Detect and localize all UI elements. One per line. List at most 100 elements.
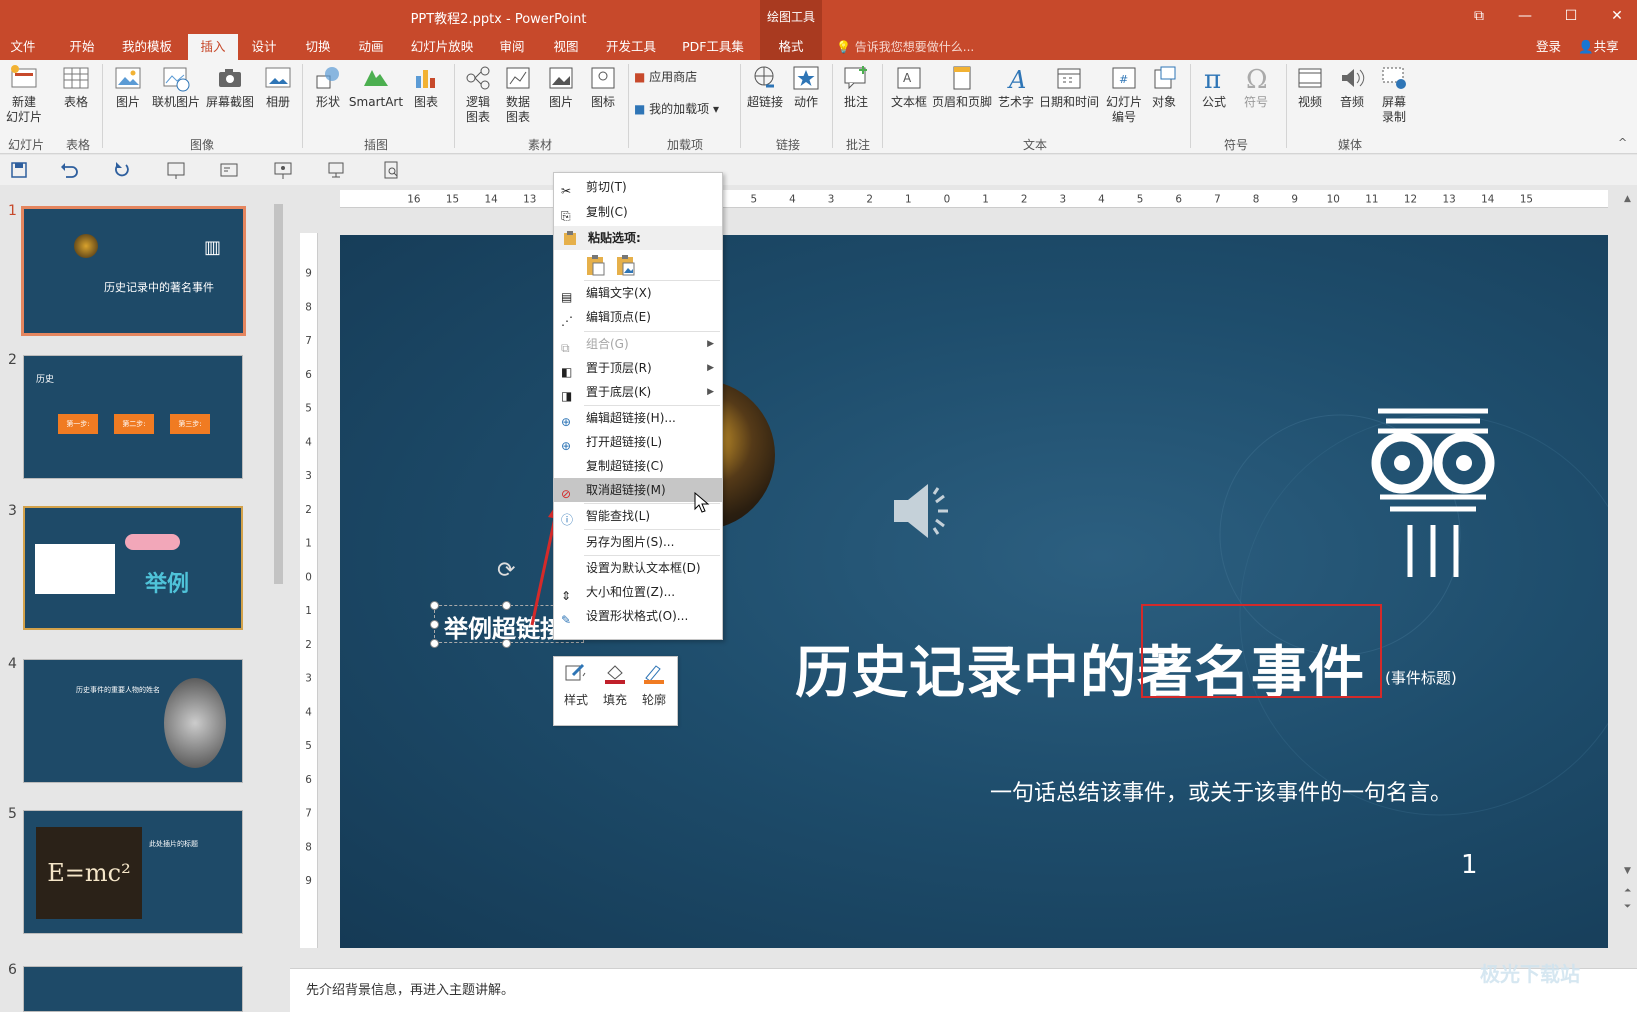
wordart-button[interactable]: A 艺术字 xyxy=(996,64,1036,110)
paste-keep-formatting-icon[interactable] xyxy=(584,253,608,277)
scroll-up-icon[interactable]: ▲ xyxy=(1624,194,1631,204)
object-button[interactable]: 对象 xyxy=(1146,64,1182,110)
tab-my-templates[interactable]: 我的模板 xyxy=(114,34,180,60)
comment-button[interactable]: 批注 xyxy=(838,64,874,110)
screen-record-button[interactable]: 屏幕 录制 xyxy=(1374,64,1414,125)
shape-style-button[interactable]: 样式 xyxy=(558,663,594,708)
menu-item-copy[interactable]: ⎘ 复制(C) xyxy=(554,200,722,224)
menu-item-save-as-picture[interactable]: 另存为图片(S)... xyxy=(554,530,722,554)
tab-review[interactable]: 审阅 xyxy=(492,34,532,60)
new-slide-button[interactable]: 新建 幻灯片 xyxy=(2,64,46,125)
tab-animations[interactable]: 动画 xyxy=(350,34,392,60)
slide-thumbnail-4[interactable]: 历史事件的重要人物的姓名 xyxy=(23,659,243,783)
video-button[interactable]: 视频 xyxy=(1292,64,1328,110)
tab-developer[interactable]: 开发工具 xyxy=(600,34,662,60)
menu-item-send-to-back[interactable]: ◨ 置于底层(K) ▶ xyxy=(554,380,722,404)
ribbon-display-options-icon[interactable]: ⧉ xyxy=(1456,0,1502,34)
shape-outline-button[interactable]: 轮廓 xyxy=(636,663,672,708)
tab-format[interactable]: 格式 xyxy=(760,34,822,60)
symbol-button[interactable]: Ω 符号 xyxy=(1238,64,1274,110)
present-icon[interactable] xyxy=(325,159,347,181)
tab-slideshow[interactable]: 幻灯片放映 xyxy=(404,34,480,60)
tab-home[interactable]: 开始 xyxy=(60,34,104,60)
minimize-button[interactable]: — xyxy=(1502,0,1548,34)
redo-icon[interactable] xyxy=(110,159,132,181)
datetime-button[interactable]: 日期和时间 xyxy=(1038,64,1100,110)
app-store-button[interactable]: ■ 应用商店 xyxy=(634,70,724,85)
album-button[interactable]: 相册 xyxy=(260,64,296,110)
slide-thumbnail-1[interactable]: ▥ 历史记录中的著名事件 xyxy=(21,206,246,336)
hyperlink-button[interactable]: 超链接 xyxy=(744,64,786,110)
menu-item-size-position[interactable]: ⇕ 大小和位置(Z)... xyxy=(554,580,722,604)
screenshot-button[interactable]: 屏幕截图 xyxy=(204,64,256,110)
my-addins-button[interactable]: ■ 我的加载项 ▾ xyxy=(634,102,734,117)
thumbnail-scrollbar[interactable] xyxy=(272,190,285,1012)
slide-thumbnail-2[interactable]: 历史 第一步: 第二步: 第三步: xyxy=(23,355,243,479)
shape-fill-button[interactable]: 填充 xyxy=(597,663,633,708)
save-icon[interactable] xyxy=(8,159,30,181)
tab-view[interactable]: 视图 xyxy=(546,34,586,60)
menu-item-copy-hyperlink[interactable]: 复制超链接(C) xyxy=(554,454,722,478)
resize-handle[interactable] xyxy=(502,601,511,610)
smartart-button[interactable]: SmartArt xyxy=(348,64,404,110)
maximize-button[interactable]: ☐ xyxy=(1548,0,1594,34)
paste-as-picture-icon[interactable] xyxy=(614,253,638,277)
login-link[interactable]: 登录 xyxy=(1536,34,1561,60)
picture-button[interactable]: 图片 xyxy=(110,64,146,110)
menu-item-edit-hyperlink[interactable]: ⊕ 编辑超链接(H)... xyxy=(554,406,722,430)
icon-button[interactable]: 图标 xyxy=(585,64,621,110)
tab-design[interactable]: 设计 xyxy=(244,34,284,60)
notes-pane[interactable]: 先介绍背景信息，再进入主题讲解。 xyxy=(290,968,1637,1012)
presenter-icon[interactable] xyxy=(272,159,294,181)
slide-thumbnail-5[interactable]: E=mc² 此处插片的标题 xyxy=(23,810,243,934)
menu-item-set-default-textbox[interactable]: 设置为默认文本框(D) xyxy=(554,556,722,580)
data-chart-button[interactable]: 数据 图表 xyxy=(500,64,536,125)
previous-slide-icon[interactable]: ⏶ xyxy=(1624,886,1631,896)
textbox-quick-icon[interactable] xyxy=(218,159,240,181)
slide-thumbnail-6[interactable] xyxy=(23,966,243,1012)
print-preview-icon[interactable] xyxy=(380,159,402,181)
slide-scrollbar[interactable]: ▲ ▼ ⏶ ⏷ xyxy=(1622,190,1637,935)
slide-number-button[interactable]: # 幻灯片 编号 xyxy=(1104,64,1144,125)
scroll-down-icon[interactable]: ▼ xyxy=(1624,866,1631,876)
material-picture-button[interactable]: 图片 xyxy=(543,64,579,110)
close-button[interactable]: ✕ xyxy=(1594,0,1637,34)
resize-handle[interactable] xyxy=(430,620,439,629)
textbox-button[interactable]: A 文本框 xyxy=(888,64,930,110)
menu-item-open-hyperlink[interactable]: ⊕ 打开超链接(L) xyxy=(554,430,722,454)
tell-me-box[interactable]: 💡 告诉我您想要做什么... xyxy=(836,34,974,60)
menu-item-format-shape[interactable]: ✎ 设置形状格式(O)... xyxy=(554,604,722,628)
menu-item-group[interactable]: ⧉ 组合(G) ▶ xyxy=(554,332,722,356)
notes-text[interactable]: 先介绍背景信息，再进入主题讲解。 xyxy=(306,979,514,998)
share-button[interactable]: 👤共享 xyxy=(1578,34,1619,60)
slideshow-start-icon[interactable] xyxy=(165,159,187,181)
audio-button[interactable]: 音频 xyxy=(1334,64,1370,110)
scrollbar-thumb[interactable] xyxy=(274,204,283,584)
equation-button[interactable]: π 公式 xyxy=(1196,64,1232,110)
speaker-icon[interactable] xyxy=(890,478,956,544)
collapse-ribbon-icon[interactable]: ^ xyxy=(1618,136,1627,149)
slide-quote[interactable]: 一句话总结该事件，或关于该事件的一句名言。 xyxy=(990,775,1452,807)
next-slide-icon[interactable]: ⏷ xyxy=(1624,902,1631,912)
shapes-button[interactable]: 形状 xyxy=(310,64,346,110)
slide-thumbnail-3[interactable]: 举例 xyxy=(23,506,243,630)
table-button[interactable]: 表格 xyxy=(58,64,94,110)
action-button[interactable]: 动作 xyxy=(788,64,824,110)
tab-file[interactable]: 文件 xyxy=(0,34,46,60)
tab-pdf-tools[interactable]: PDF工具集 xyxy=(676,34,750,60)
rotate-handle-icon[interactable]: ⟳ xyxy=(497,558,515,583)
chart-button[interactable]: 图表 xyxy=(408,64,444,110)
menu-item-cut[interactable]: ✂ 剪切(T) xyxy=(554,175,722,199)
online-picture-button[interactable]: 联机图片 xyxy=(150,64,202,110)
menu-item-bring-to-front[interactable]: ◧ 置于顶层(R) ▶ xyxy=(554,356,722,380)
resize-handle[interactable] xyxy=(502,639,511,648)
header-footer-button[interactable]: 页眉和页脚 xyxy=(930,64,994,110)
menu-item-edit-text[interactable]: ▤ 编辑文字(X) xyxy=(554,281,722,305)
logic-chart-button[interactable]: 逻辑 图表 xyxy=(460,64,496,125)
undo-icon[interactable] xyxy=(58,159,80,181)
menu-item-edit-points[interactable]: ⋰ 编辑顶点(E) xyxy=(554,305,722,329)
tab-transitions[interactable]: 切换 xyxy=(296,34,340,60)
resize-handle[interactable] xyxy=(430,639,439,648)
tab-insert[interactable]: 插入 xyxy=(188,34,238,60)
resize-handle[interactable] xyxy=(430,601,439,610)
